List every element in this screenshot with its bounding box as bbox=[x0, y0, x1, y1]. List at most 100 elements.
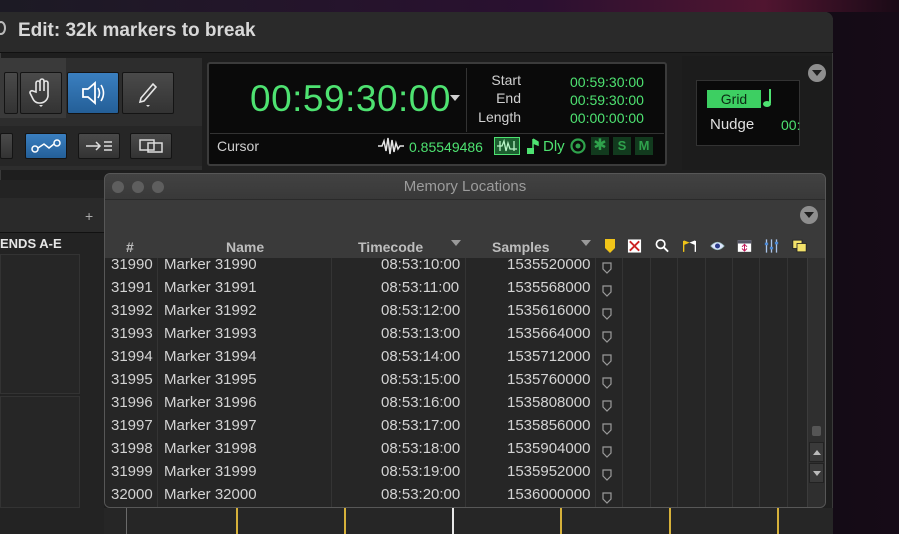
marker-tick bbox=[777, 508, 779, 534]
column-header-name[interactable]: Name bbox=[226, 239, 264, 255]
window-configuration-column-icon[interactable] bbox=[792, 237, 807, 254]
tab-to-transient-button[interactable] bbox=[494, 137, 520, 155]
table-row[interactable]: 31991 Marker 31991 08:53:11:00 1535568000 bbox=[105, 276, 807, 299]
marker-timecode: 08:53:15:00 bbox=[381, 371, 461, 388]
grabber-tool-button[interactable] bbox=[20, 72, 62, 114]
marker-name: Marker 31997 bbox=[164, 417, 257, 434]
main-time-counter[interactable]: 00:59:30:00 bbox=[250, 78, 451, 120]
playhead-line[interactable] bbox=[452, 508, 454, 534]
track-send-slot-2[interactable] bbox=[0, 396, 80, 508]
pre-post-roll-column-icon[interactable] bbox=[682, 237, 697, 254]
marker-number: 31998 bbox=[111, 440, 153, 457]
table-row[interactable]: 31992 Marker 31992 08:53:12:00 1535616000 bbox=[105, 299, 807, 322]
marker-timecode: 08:53:17:00 bbox=[381, 417, 461, 434]
table-row[interactable]: 31996 Marker 31996 08:53:16:00 1535808000 bbox=[105, 391, 807, 414]
toolbar-menu-button[interactable] bbox=[808, 64, 826, 82]
scroll-down-button[interactable] bbox=[809, 463, 824, 483]
marker-column-icon[interactable] bbox=[602, 237, 617, 254]
marker-number: 31990 bbox=[111, 258, 153, 273]
samples-sort-icon[interactable] bbox=[581, 240, 591, 246]
column-header-number[interactable]: # bbox=[126, 239, 134, 255]
selection-column-icon[interactable] bbox=[627, 237, 642, 254]
waveform-icon bbox=[377, 136, 405, 161]
table-row[interactable]: 31995 Marker 31995 08:53:15:00 1535760000 bbox=[105, 368, 807, 391]
length-value[interactable]: 00:00:00:00 bbox=[570, 110, 644, 126]
marker-timecode: 08:53:12:00 bbox=[381, 302, 461, 319]
timeline-ruler[interactable] bbox=[104, 508, 833, 534]
zoom-toggle-button[interactable] bbox=[130, 133, 172, 159]
trim-tool-button[interactable] bbox=[4, 72, 18, 114]
marker-number: 31999 bbox=[111, 463, 153, 480]
marker-number: 31993 bbox=[111, 325, 153, 342]
pencil-tool-button[interactable] bbox=[122, 72, 174, 114]
memory-locations-scrollbar[interactable] bbox=[808, 258, 825, 507]
counter-dropdown-icon[interactable] bbox=[450, 95, 460, 101]
delay-compensation-label[interactable]: Dly bbox=[543, 138, 565, 155]
plus-icon[interactable]: + bbox=[85, 208, 93, 224]
timecode-sort-icon[interactable] bbox=[451, 240, 461, 246]
marker-number: 31996 bbox=[111, 394, 153, 411]
marker-shield-icon[interactable] bbox=[602, 465, 612, 481]
toolbar-button-left[interactable] bbox=[0, 133, 13, 159]
mute-button[interactable]: M bbox=[635, 137, 653, 155]
marker-shield-icon[interactable] bbox=[602, 258, 612, 274]
marker-shield-icon[interactable] bbox=[602, 419, 612, 435]
pencil-icon bbox=[138, 82, 158, 107]
nudge-value[interactable]: 00: bbox=[781, 117, 800, 133]
marker-shield-icon[interactable] bbox=[602, 442, 612, 458]
marker-shield-icon[interactable] bbox=[602, 350, 612, 366]
table-row[interactable]: 31994 Marker 31994 08:53:14:00 1535712000 bbox=[105, 345, 807, 368]
marker-tick bbox=[344, 508, 346, 534]
arrow-down-icon bbox=[812, 470, 821, 476]
quick-punch-icon[interactable]: ✱ bbox=[591, 137, 609, 155]
marker-shield-icon[interactable] bbox=[602, 327, 612, 343]
zoom-column-icon[interactable] bbox=[655, 237, 670, 254]
marker-shield-icon[interactable] bbox=[602, 488, 612, 504]
marker-shield-icon[interactable] bbox=[602, 396, 612, 412]
arrow-up-icon bbox=[812, 449, 821, 455]
marker-name: Marker 31992 bbox=[164, 302, 257, 319]
arrow-list-icon bbox=[86, 141, 112, 151]
marker-shield-icon[interactable] bbox=[602, 373, 612, 389]
memory-locations-window: Memory Locations # Name Timecode Samples bbox=[104, 173, 826, 508]
marker-timecode: 08:53:16:00 bbox=[381, 394, 461, 411]
mirror-midi-icon[interactable] bbox=[526, 137, 540, 160]
marker-timecode: 08:53:20:00 bbox=[381, 486, 461, 503]
table-row[interactable]: 31998 Marker 31998 08:53:18:00 1535904000 bbox=[105, 437, 807, 460]
scroll-thumb[interactable] bbox=[812, 426, 821, 436]
start-value[interactable]: 00:59:30:00 bbox=[570, 74, 644, 90]
marker-shield-icon[interactable] bbox=[602, 304, 612, 320]
table-row[interactable]: 31997 Marker 31997 08:53:17:00 1535856000 bbox=[105, 414, 807, 437]
table-row[interactable]: 31990 Marker 31990 08:53:10:00 1535520000 bbox=[105, 258, 807, 276]
start-label: Start bbox=[491, 72, 521, 88]
cursor-value: 0.85549486 bbox=[409, 139, 483, 155]
cursor-label: Cursor bbox=[217, 138, 260, 154]
scrubber-tool-button[interactable] bbox=[67, 72, 119, 114]
table-row[interactable]: 31993 Marker 31993 08:53:13:00 1535664000 bbox=[105, 322, 807, 345]
marker-number: 31991 bbox=[111, 279, 153, 296]
table-row[interactable]: 32000 Marker 32000 08:53:20:00 1536000000 bbox=[105, 483, 807, 506]
chevron-down-icon bbox=[804, 212, 814, 218]
track-height-column-icon[interactable] bbox=[737, 237, 752, 254]
track-send-slot[interactable] bbox=[0, 254, 80, 394]
table-row[interactable]: 31999 Marker 31999 08:53:19:00 1535952000 bbox=[105, 460, 807, 483]
marker-number: 31994 bbox=[111, 348, 153, 365]
insertion-follows-playback-button[interactable] bbox=[78, 133, 120, 159]
scroll-up-button[interactable] bbox=[809, 442, 824, 462]
group-enables-column-icon[interactable] bbox=[764, 237, 779, 254]
solo-button[interactable]: S bbox=[613, 137, 631, 155]
memory-locations-menu-button[interactable] bbox=[800, 206, 818, 224]
end-value[interactable]: 00:59:30:00 bbox=[570, 92, 644, 108]
grid-button[interactable]: Grid bbox=[707, 90, 761, 108]
marker-shield-icon[interactable] bbox=[602, 281, 612, 297]
column-header-timecode[interactable]: Timecode bbox=[358, 239, 423, 255]
chevron-down-icon bbox=[812, 70, 822, 76]
link-timeline-button[interactable] bbox=[25, 133, 67, 159]
nudge-label[interactable]: Nudge bbox=[710, 116, 754, 133]
marker-number: 31995 bbox=[111, 371, 153, 388]
loop-record-icon[interactable] bbox=[569, 137, 587, 160]
track-show-hide-column-icon[interactable] bbox=[710, 237, 725, 254]
marker-number: 32000 bbox=[111, 486, 153, 503]
memory-locations-list: 31990 Marker 31990 08:53:10:00 1535520000 31… bbox=[105, 258, 807, 507]
column-header-samples[interactable]: Samples bbox=[492, 239, 550, 255]
